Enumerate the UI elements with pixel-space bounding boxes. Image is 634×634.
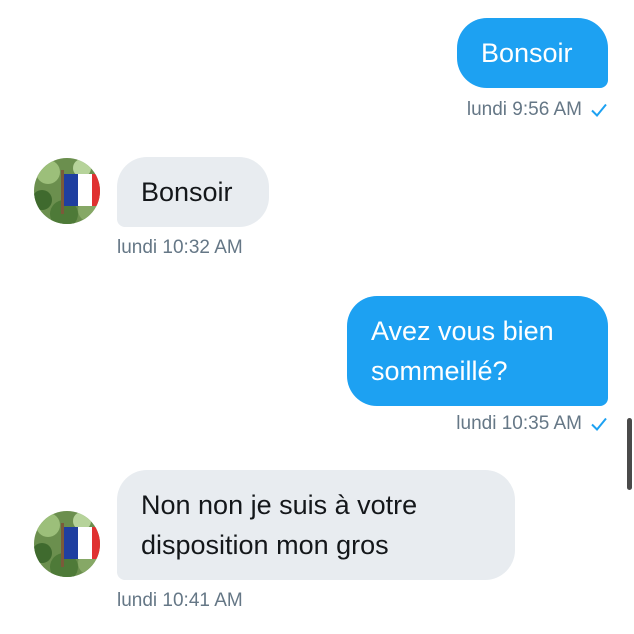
message-timestamp: lundi 9:56 AM xyxy=(467,98,608,122)
timestamp-text: lundi 10:32 AM xyxy=(117,237,243,258)
incoming-message-bubble[interactable]: Bonsoir xyxy=(117,157,269,227)
french-flag-avatar-icon xyxy=(34,158,100,224)
timestamp-text: lundi 9:56 AM xyxy=(466,99,582,120)
scrollbar-thumb[interactable] xyxy=(627,418,632,490)
timestamp-text: lundi 10:35 AM xyxy=(456,413,582,434)
message-timestamp: lundi 10:32 AM xyxy=(117,236,243,260)
message-timestamp: lundi 10:41 AM xyxy=(117,589,243,613)
contact-avatar[interactable] xyxy=(34,158,100,224)
outgoing-message-bubble[interactable]: Avez vous bien sommeillé? xyxy=(347,296,608,406)
check-icon xyxy=(591,103,607,117)
outgoing-message-bubble[interactable]: Bonsoir xyxy=(457,18,608,88)
timestamp-text: lundi 10:41 AM xyxy=(117,590,243,611)
check-icon xyxy=(591,417,607,431)
message-timestamp: lundi 10:35 AM xyxy=(456,412,608,436)
french-flag-avatar-icon xyxy=(34,511,100,577)
incoming-message-bubble[interactable]: Non non je suis à votre disposition mon … xyxy=(117,470,515,580)
message-thread: Bonsoir lundi 9:56 AM Bonsoir lundi 10:3… xyxy=(0,0,634,634)
contact-avatar[interactable] xyxy=(34,511,100,577)
